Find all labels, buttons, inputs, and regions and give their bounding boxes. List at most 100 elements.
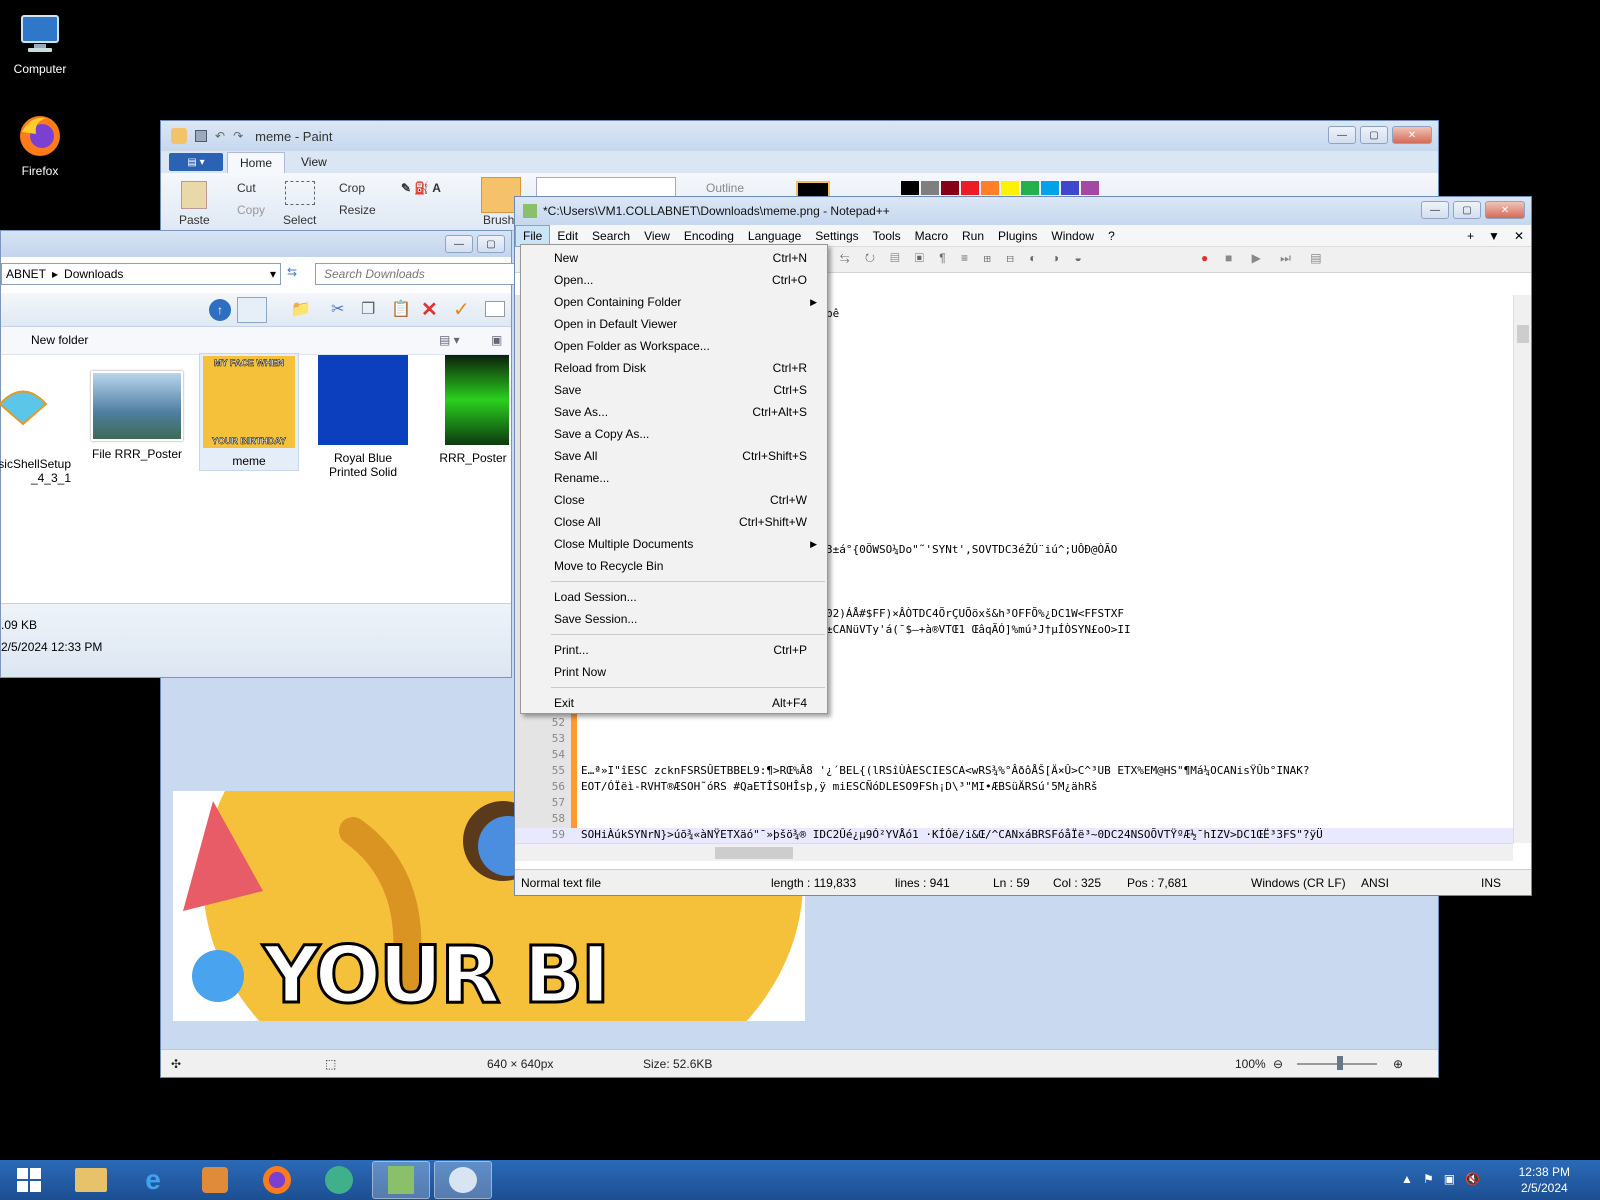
cut-icon[interactable]: ✂ (331, 299, 344, 319)
menu-item-close-all[interactable]: Close All Ctrl+Shift+W (521, 511, 827, 533)
menu-item-save-all[interactable]: Save All Ctrl+Shift+S (521, 445, 827, 467)
menu-window[interactable]: Window (1044, 226, 1101, 246)
zoom-out-icon[interactable]: ⊖ (1273, 1057, 1283, 1071)
file-item-selected[interactable]: MY FACE WHEN YOUR BIRTHDAY meme (199, 353, 299, 471)
tab-view[interactable]: View (289, 152, 339, 172)
color-swatch[interactable] (1081, 181, 1099, 195)
select-button[interactable]: Select (283, 213, 316, 227)
maximize-button[interactable]: ▢ (1360, 126, 1388, 144)
save-icon[interactable] (195, 130, 207, 142)
desktop-icon-firefox[interactable]: Firefox (0, 112, 80, 178)
taskbar-media-player[interactable] (186, 1161, 244, 1199)
tab-list-button[interactable]: ▼ (1481, 226, 1507, 246)
menu-item-move-to-recycle-bin[interactable]: Move to Recycle Bin (521, 555, 827, 577)
address-bar[interactable]: ABNET ▸ Downloads ▾ (1, 263, 281, 285)
file-item[interactable]: RRR_Poster (431, 355, 515, 465)
menu-macro[interactable]: Macro (908, 226, 955, 246)
view-pane-button[interactable] (237, 297, 267, 323)
color-swatch[interactable] (921, 181, 939, 195)
flag-icon[interactable]: ⚑ (1423, 1172, 1434, 1186)
brush-button[interactable]: Brush (483, 213, 514, 227)
chevron-down-icon[interactable]: ▾ (270, 267, 276, 281)
color-swatch[interactable] (1021, 181, 1039, 195)
search-input[interactable]: Search Downloads (315, 263, 515, 285)
paint-file-menu-button[interactable]: ▤ ▾ (169, 153, 223, 171)
up-arrow-icon[interactable]: ↑ (209, 299, 231, 321)
menu-item-exit[interactable]: Exit Alt+F4 (521, 692, 827, 714)
cut-button[interactable]: Cut (237, 181, 256, 195)
breadcrumb-item[interactable]: ABNET (6, 267, 46, 281)
taskbar-shell[interactable] (310, 1161, 368, 1199)
menu-item-save-session[interactable]: Save Session... (521, 608, 827, 630)
toolbar-icons[interactable]: ⎘ ⇆ ↻ ▤ ▣ ¶ ≡ ⊞ ⊟ ◐ ◑ ◒ (815, 251, 1088, 266)
shapes-gallery[interactable] (536, 177, 676, 197)
zoom-slider-thumb[interactable] (1337, 1056, 1343, 1070)
taskbar-paint[interactable] (434, 1161, 492, 1199)
refresh-icon[interactable]: ⇆ (287, 265, 297, 279)
record-macro-icon[interactable]: ● (1201, 251, 1208, 265)
resize-button[interactable]: Resize (339, 203, 376, 217)
file-item[interactable]: File RRR_Poster (85, 361, 189, 461)
tab-home[interactable]: Home (227, 151, 286, 173)
menu-settings[interactable]: Settings (808, 226, 865, 246)
vertical-scrollbar[interactable] (1513, 295, 1531, 843)
menu-view[interactable]: View (637, 226, 677, 246)
taskbar-clock[interactable]: 12:38 PM 2/5/2024 (1519, 1164, 1570, 1196)
scrollbar-thumb[interactable] (715, 847, 793, 859)
checkmark-icon[interactable]: ✓ (453, 297, 470, 322)
maximize-button[interactable]: ▢ (477, 235, 505, 253)
minimize-button[interactable]: — (1421, 201, 1449, 219)
delete-icon[interactable]: ✕ (421, 297, 438, 322)
show-hidden-icons-icon[interactable]: ▲ (1401, 1172, 1413, 1186)
menu-item-close-multiple-documents[interactable]: Close Multiple Documents ▶ (521, 533, 827, 555)
color-swatch[interactable] (1001, 181, 1019, 195)
preview-pane-icon[interactable]: ▣ (491, 333, 502, 347)
color-swatch[interactable] (941, 181, 959, 195)
menu-run[interactable]: Run (955, 226, 991, 246)
taskbar-firefox[interactable] (248, 1161, 306, 1199)
menu-item-save-a-copy-as[interactable]: Save a Copy As... (521, 423, 827, 445)
menu-item-save[interactable]: Save Ctrl+S (521, 379, 827, 401)
undo-icon[interactable]: ↶ (215, 129, 225, 143)
menu-item-open-in-default-viewer[interactable]: Open in Default Viewer (521, 313, 827, 335)
desktop-icon-computer[interactable]: Computer (0, 10, 80, 76)
breadcrumb-item[interactable]: Downloads (64, 267, 123, 281)
menu-item-open-containing-folder[interactable]: Open Containing Folder ▶ (521, 291, 827, 313)
zoom-in-icon[interactable]: ⊕ (1393, 1057, 1403, 1071)
new-folder-button[interactable]: New folder (31, 333, 88, 347)
menu-item-rename[interactable]: Rename... (521, 467, 827, 489)
menu-search[interactable]: Search (585, 226, 637, 246)
paste-button[interactable]: Paste (179, 213, 210, 227)
menu-encoding[interactable]: Encoding (677, 226, 741, 246)
views-icon[interactable]: ▤ ▾ (439, 333, 460, 347)
taskbar-ie[interactable]: e (124, 1161, 182, 1199)
close-button[interactable]: ✕ (1485, 201, 1525, 219)
file-item[interactable]: Royal Blue Printed Solid (311, 355, 415, 479)
color-swatch[interactable] (981, 181, 999, 195)
close-tab-button[interactable]: ✕ (1507, 226, 1531, 246)
scrollbar-thumb[interactable] (1517, 325, 1529, 343)
menu-plugins[interactable]: Plugins (991, 226, 1044, 246)
close-button[interactable]: ✕ (1392, 126, 1432, 144)
copy-icon[interactable]: ❐ (361, 299, 375, 319)
properties-icon[interactable] (485, 301, 505, 317)
volume-muted-icon[interactable]: 🔇 (1465, 1172, 1480, 1186)
macro-controls[interactable]: ■ ▶ ⏭ ▤ (1225, 251, 1330, 266)
menu-item-save-as[interactable]: Save As... Ctrl+Alt+S (521, 401, 827, 423)
menu-help[interactable]: ? (1101, 226, 1122, 246)
menu-edit[interactable]: Edit (550, 226, 585, 246)
menu-item-print[interactable]: Print... Ctrl+P (521, 639, 827, 661)
folder-icon[interactable]: 📁 (291, 299, 311, 319)
menu-tools[interactable]: Tools (866, 226, 908, 246)
crop-button[interactable]: Crop (339, 181, 365, 195)
new-tab-button[interactable]: + (1460, 226, 1481, 246)
color-swatch[interactable] (1061, 181, 1079, 195)
menu-item-load-session[interactable]: Load Session... (521, 586, 827, 608)
menu-item-open[interactable]: Open... Ctrl+O (521, 269, 827, 291)
file-item[interactable]: asicShellSetup _4_3_1 (0, 361, 75, 485)
horizontal-scrollbar[interactable] (515, 843, 1513, 861)
menu-item-close[interactable]: Close Ctrl+W (521, 489, 827, 511)
redo-icon[interactable]: ↷ (233, 129, 243, 143)
maximize-button[interactable]: ▢ (1453, 201, 1481, 219)
copy-button[interactable]: Copy (237, 203, 265, 217)
